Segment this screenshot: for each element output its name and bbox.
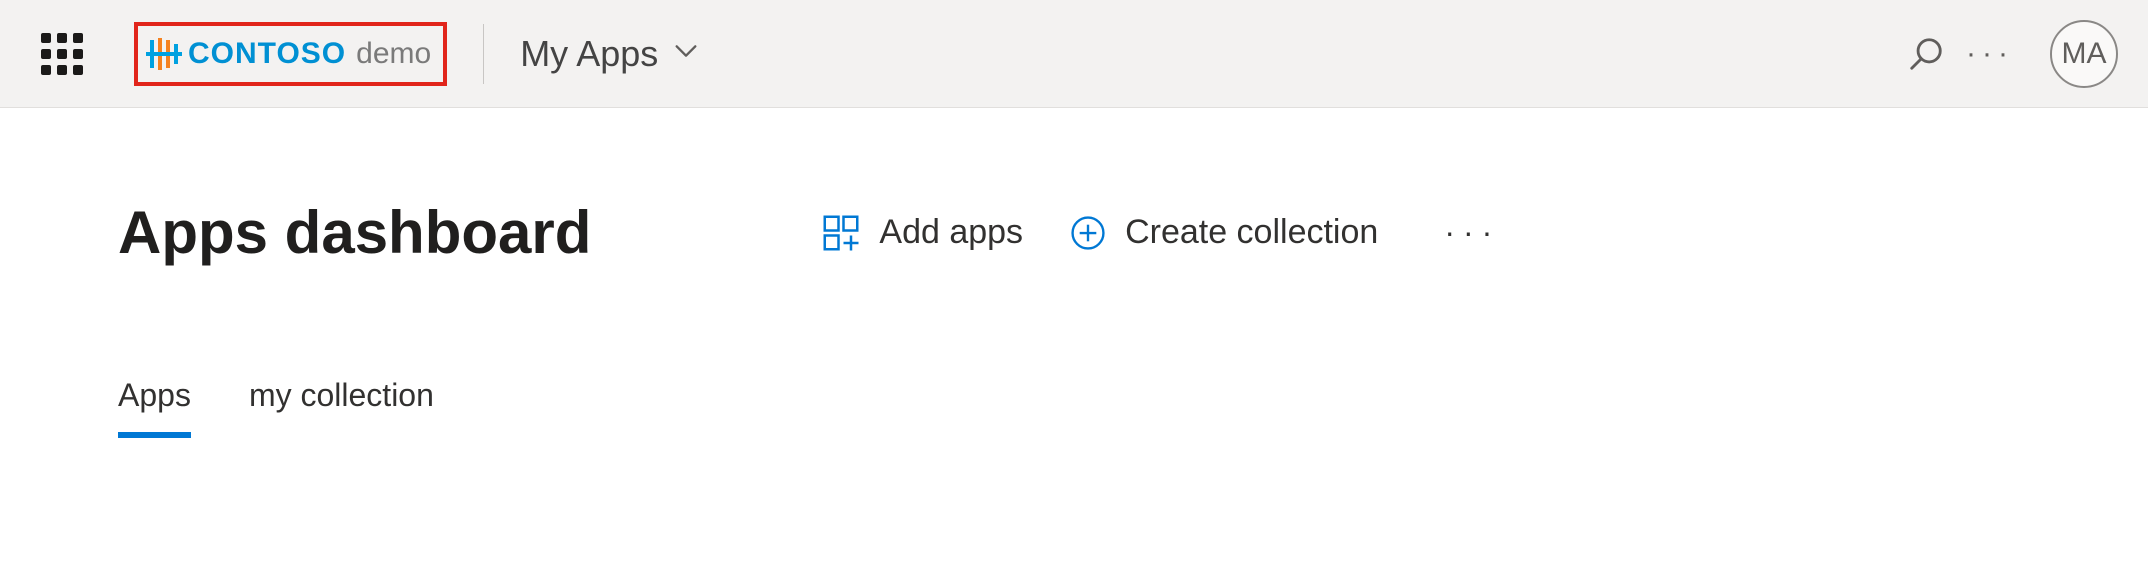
tabs: Apps my collection (118, 377, 2148, 438)
top-header: CONTOSO demo My Apps ··· MA (0, 0, 2148, 108)
search-icon (1907, 35, 1945, 73)
header-more-button[interactable]: ··· (1958, 22, 2022, 86)
header-divider (483, 24, 484, 84)
title-row: Apps dashboard Add apps Create c (118, 198, 2148, 267)
tab-label: Apps (118, 377, 191, 413)
org-logo-brand: CONTOSO (188, 37, 346, 71)
search-button[interactable] (1894, 22, 1958, 86)
tab-my-collection[interactable]: my collection (249, 377, 434, 438)
org-logo-mark-icon (146, 36, 182, 72)
plus-circle-icon (1069, 214, 1107, 252)
dashboard-more-button[interactable]: ··· (1444, 214, 1500, 251)
add-apps-button[interactable]: Add apps (821, 213, 1023, 253)
app-context-switcher[interactable]: My Apps (520, 33, 700, 75)
main-content: Apps dashboard Add apps Create c (0, 108, 2148, 438)
app-context-label: My Apps (520, 33, 658, 75)
add-apps-label: Add apps (879, 213, 1023, 252)
create-collection-button[interactable]: Create collection (1069, 213, 1378, 252)
org-logo[interactable]: CONTOSO demo (134, 22, 447, 86)
create-collection-label: Create collection (1125, 213, 1378, 252)
tab-apps[interactable]: Apps (118, 377, 191, 438)
chevron-down-icon (672, 37, 700, 70)
avatar-initials: MA (2062, 37, 2107, 71)
ellipsis-icon: ··· (1966, 37, 2014, 71)
tab-label: my collection (249, 377, 434, 413)
org-logo-suffix: demo (356, 37, 431, 71)
page-title: Apps dashboard (118, 198, 591, 267)
ellipsis-icon: ··· (1444, 214, 1500, 250)
title-actions: Add apps Create collection ··· (821, 213, 1500, 253)
app-launcher-icon[interactable] (38, 30, 86, 78)
account-avatar[interactable]: MA (2050, 20, 2118, 88)
add-apps-icon (821, 213, 861, 253)
